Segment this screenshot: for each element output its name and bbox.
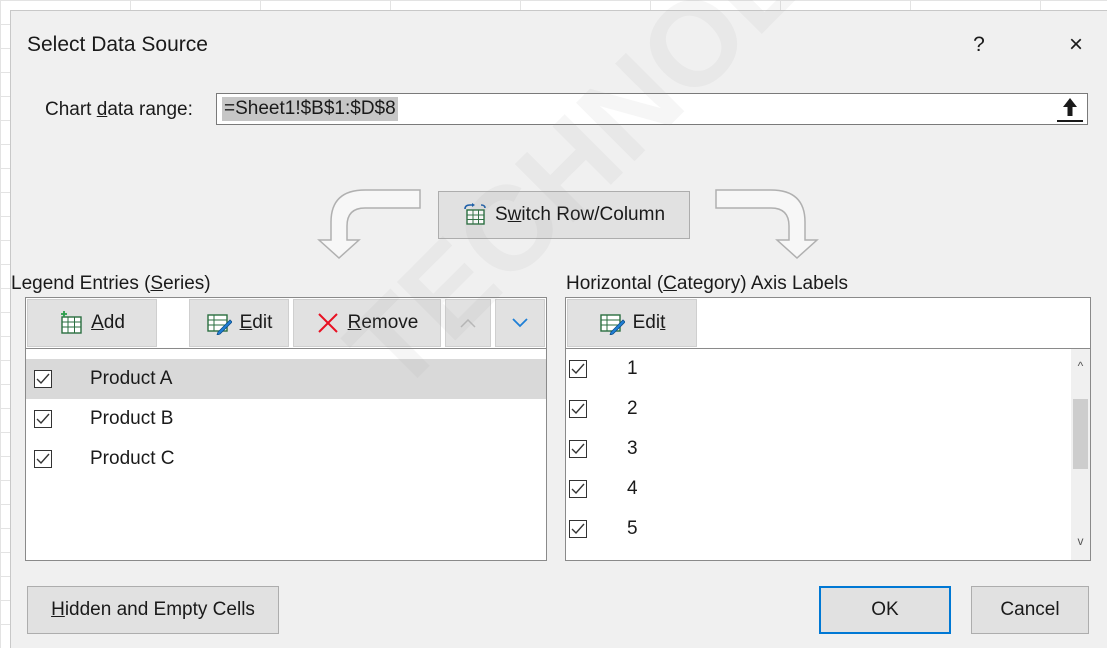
remove-series-button[interactable]: Remove [293, 299, 441, 347]
list-item[interactable]: 4 [566, 469, 1066, 509]
axis-edit-accel: t [660, 312, 666, 333]
range-label-text-end: ata range: [107, 99, 193, 120]
legend-label-accel: S [150, 273, 164, 294]
collapse-dialog-button[interactable] [1057, 96, 1083, 122]
chart-data-range-value: =Sheet1!$B$1:$D$8 [222, 97, 398, 121]
collapse-dialog-icon [1063, 98, 1077, 116]
chevron-up-icon [460, 318, 476, 328]
axis-label-value: 1 [627, 358, 638, 379]
checkbox-icon[interactable] [569, 360, 587, 378]
axis-label-value: 2 [627, 398, 638, 419]
range-label-accel: d [96, 99, 108, 120]
list-item[interactable]: 2 [566, 389, 1066, 429]
checkbox-icon[interactable] [569, 440, 587, 458]
switch-label-post: itch Row/Column [521, 204, 666, 225]
axis-label-value: 3 [627, 438, 638, 459]
hidden-rest: idden and Empty Cells [64, 599, 255, 620]
add-series-button[interactable]: Add [27, 299, 157, 347]
axis-edit-label: Edit [633, 312, 666, 334]
hidden-empty-label: Hidden and Empty Cells [51, 599, 255, 621]
legend-entries-label: Legend Entries (Series) [11, 273, 211, 295]
close-button[interactable]: × [1047, 25, 1105, 65]
scroll-thumb[interactable] [1073, 399, 1088, 469]
switch-label-accel: w [507, 204, 522, 225]
edit-series-button[interactable]: Edit [189, 299, 289, 347]
remove-rest: emove [361, 312, 419, 333]
range-label-text: Chart [45, 99, 97, 120]
series-name: Product A [90, 368, 173, 389]
edit-label: Edit [240, 312, 273, 334]
remove-x-icon [317, 313, 338, 333]
axis-list-scrollbar[interactable]: ^ v [1071, 349, 1090, 560]
axis-label-post: ategory) Axis Labels [676, 273, 848, 294]
switch-row-column-icon [464, 203, 486, 225]
list-item[interactable]: Product C [26, 439, 546, 479]
chart-data-range-input[interactable]: =Sheet1!$B$1:$D$8 [216, 93, 1088, 125]
edit-table-icon [599, 314, 625, 335]
checkbox-icon[interactable] [34, 370, 52, 388]
help-button[interactable]: ? [949, 25, 1009, 65]
select-data-source-dialog: Select Data Source ? × Chart data range:… [10, 10, 1107, 648]
axis-label-accel: C [663, 273, 677, 294]
right-curved-arrow-icon [715, 189, 819, 260]
axis-edit-pre: Edi [632, 312, 661, 333]
chart-data-range-label: Chart data range: [45, 99, 193, 121]
list-item[interactable]: 1 [566, 349, 1066, 389]
legend-entries-list: Product A Product B Product C [25, 348, 547, 561]
add-label: Add [91, 312, 125, 334]
switch-row-column-label: Switch Row/Column [495, 204, 665, 226]
cancel-button[interactable]: Cancel [971, 586, 1089, 634]
add-table-icon [61, 311, 82, 334]
legend-label-post: eries) [163, 273, 211, 294]
remove-label: Remove [348, 312, 419, 334]
checkbox-icon[interactable] [34, 450, 52, 468]
list-item[interactable]: Product A [26, 359, 546, 399]
legend-label-pre: Legend Entries ( [11, 273, 151, 294]
legend-toolbar: Add Edit Remove [25, 297, 547, 349]
scroll-up-icon[interactable]: ^ [1071, 355, 1090, 377]
list-item[interactable]: 3 [566, 429, 1066, 469]
ok-button[interactable]: OK [819, 586, 951, 634]
series-name: Product B [90, 408, 174, 429]
axis-labels-list: 1 2 3 4 5 ^ v [565, 348, 1091, 561]
add-accel: A [91, 312, 104, 333]
checkbox-icon[interactable] [34, 410, 52, 428]
edit-rest: dit [252, 312, 273, 333]
axis-labels-label: Horizontal (Category) Axis Labels [566, 273, 848, 295]
series-name: Product C [90, 448, 175, 469]
list-item[interactable]: Product B [26, 399, 546, 439]
edit-accel: E [239, 312, 253, 333]
axis-toolbar: Edit [565, 297, 1091, 349]
switch-label-pre: S [494, 204, 508, 225]
list-item[interactable]: 5 [566, 509, 1066, 549]
checkbox-icon[interactable] [569, 400, 587, 418]
hidden-accel: H [51, 599, 65, 620]
hidden-and-empty-cells-button[interactable]: Hidden and Empty Cells [27, 586, 279, 634]
checkbox-icon[interactable] [569, 480, 587, 498]
edit-axis-labels-button[interactable]: Edit [567, 299, 697, 347]
remove-accel: R [347, 312, 362, 333]
checkbox-icon[interactable] [569, 520, 587, 538]
left-curved-arrow-icon [317, 189, 421, 260]
axis-label-value: 4 [627, 478, 638, 499]
axis-label-pre: Horizontal ( [566, 273, 664, 294]
scroll-down-icon[interactable]: v [1071, 530, 1090, 552]
move-down-button[interactable] [495, 299, 545, 347]
axis-label-value: 5 [627, 518, 638, 539]
dialog-title: Select Data Source [27, 33, 208, 56]
switch-row-column-button[interactable]: Switch Row/Column [438, 191, 690, 239]
edit-table-icon [206, 314, 232, 335]
move-up-button[interactable] [445, 299, 491, 347]
add-rest: dd [103, 312, 125, 333]
chevron-down-icon [512, 318, 528, 328]
